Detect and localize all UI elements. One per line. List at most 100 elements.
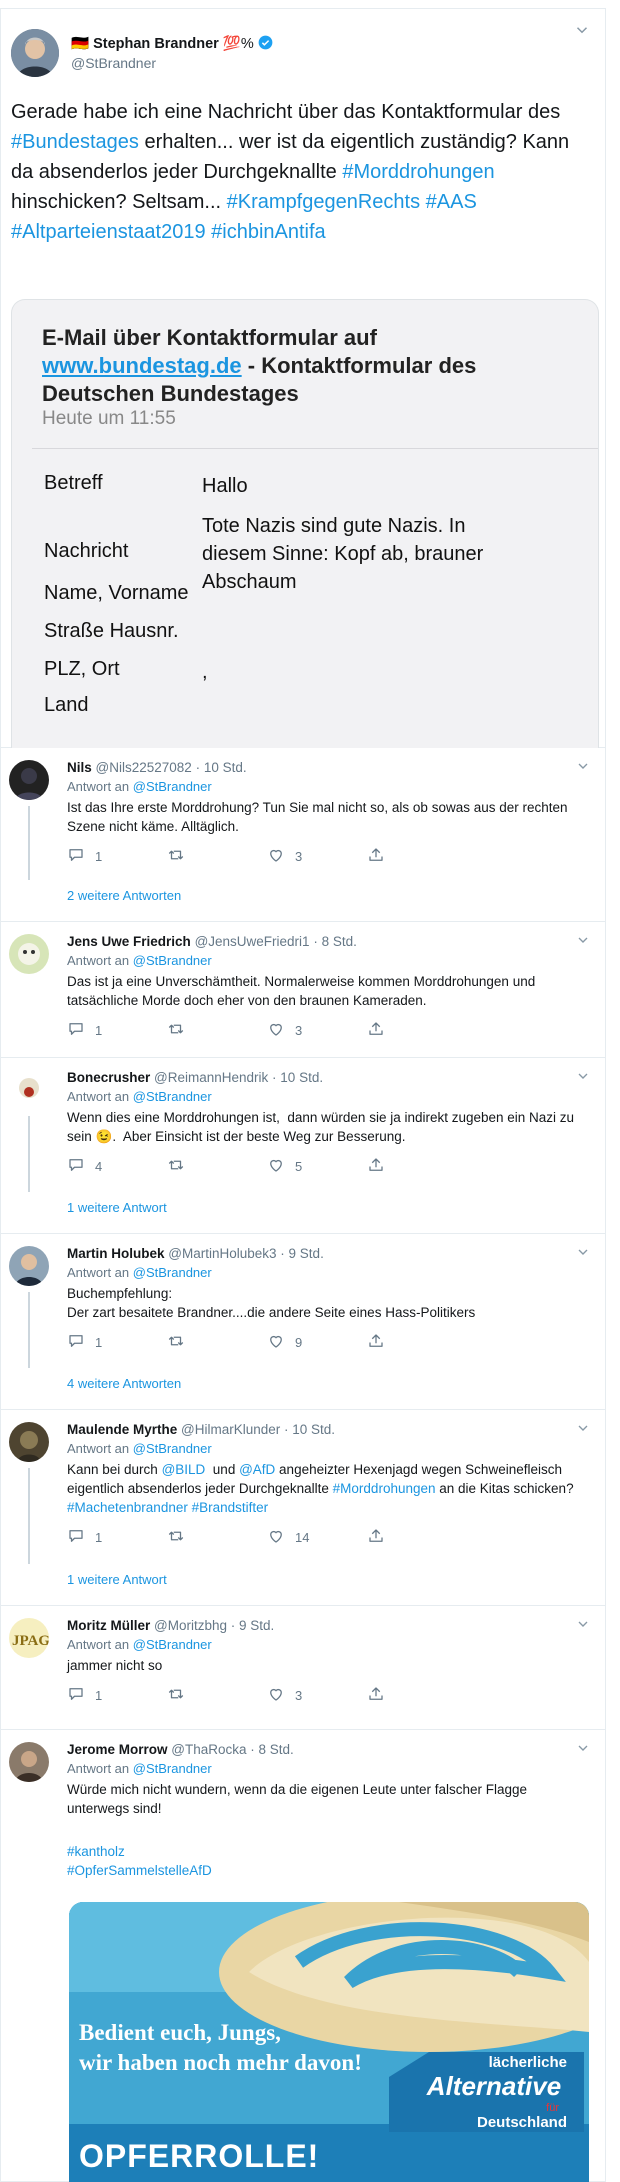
retweet-icon <box>167 1020 195 1041</box>
hashtag-link[interactable]: #Machetenbrandner <box>67 1500 188 1515</box>
replying-to-handle[interactable]: @StBrandner <box>133 779 212 794</box>
hashtag-link[interactable]: #Bundestages <box>11 131 139 153</box>
reply-icon <box>67 1156 95 1177</box>
tweet-actions: 45 <box>67 1156 467 1177</box>
reply-button[interactable]: 1 <box>67 846 167 867</box>
reply-timestamp[interactable]: 10 Std. <box>280 1070 323 1085</box>
reply-timestamp[interactable]: 9 Std. <box>289 1246 324 1261</box>
reply-icon <box>67 1332 95 1353</box>
share-button[interactable] <box>367 846 467 867</box>
retweet-button[interactable] <box>167 1332 267 1353</box>
reply-author-name[interactable]: Jens Uwe Friedrich <box>67 934 191 949</box>
replying-to-handle[interactable]: @StBrandner <box>133 953 212 968</box>
email-link[interactable]: www.bundestag.de <box>42 353 242 378</box>
reply-author-name[interactable]: Martin Holubek <box>67 1246 165 1261</box>
hashtag-link[interactable]: #KrampfgegenRechts <box>227 191 420 213</box>
reply-author-handle[interactable]: @Moritzbhg <box>154 1618 227 1633</box>
like-button[interactable]: 3 <box>267 1020 367 1041</box>
reply-author-handle[interactable]: @Nils22527082 <box>96 760 192 775</box>
like-button[interactable]: 14 <box>267 1527 367 1548</box>
hashtag-link[interactable]: #Morddrohungen <box>333 1481 436 1496</box>
retweet-button[interactable] <box>167 1527 267 1548</box>
show-more-replies-link[interactable]: 1 weitere Antwort <box>67 1200 167 1215</box>
share-button[interactable] <box>367 1685 467 1706</box>
share-button[interactable] <box>367 1332 467 1353</box>
like-button[interactable]: 9 <box>267 1332 367 1353</box>
reply-author-name[interactable]: Bonecrusher <box>67 1070 150 1085</box>
replying-to-handle[interactable]: @StBrandner <box>133 1265 212 1280</box>
replying-to-handle[interactable]: @StBrandner <box>133 1441 212 1456</box>
share-button[interactable] <box>367 1156 467 1177</box>
hundred-icon: 💯 <box>222 36 241 52</box>
retweet-button[interactable] <box>167 1020 267 1041</box>
reply-timestamp[interactable]: 10 Std. <box>292 1422 335 1437</box>
attached-image[interactable]: Bedient euch, Jungs, wir haben noch mehr … <box>69 1902 589 2182</box>
like-button[interactable]: 3 <box>267 846 367 867</box>
hashtag-link[interactable]: #OpferSammelstelleAfD <box>67 1861 587 1880</box>
reply-author-handle[interactable]: @ReimannHendrik <box>154 1070 268 1085</box>
share-button[interactable] <box>367 1527 467 1548</box>
avatar[interactable] <box>9 1742 49 1782</box>
chevron-down-icon[interactable] <box>575 758 591 774</box>
reply-button[interactable]: 4 <box>67 1156 167 1177</box>
author-handle[interactable]: @StBrandner <box>71 55 156 71</box>
chevron-down-icon[interactable] <box>575 1740 591 1756</box>
hashtag-link[interactable]: #AAS <box>426 191 477 213</box>
hashtag-link[interactable]: #Altparteienstaat2019 <box>11 221 206 243</box>
hashtag-link[interactable]: @BILD <box>162 1462 206 1477</box>
reply-timestamp[interactable]: 10 Std. <box>204 760 247 775</box>
retweet-button[interactable] <box>167 846 267 867</box>
reply-author-name[interactable]: Jerome Morrow <box>67 1742 168 1757</box>
replying-to-handle[interactable]: @StBrandner <box>133 1637 212 1652</box>
show-more-replies-link[interactable]: 4 weitere Antworten <box>67 1376 181 1391</box>
chevron-down-icon[interactable] <box>575 932 591 948</box>
hashtag-link[interactable]: #kantholz <box>67 1842 587 1861</box>
author-name[interactable]: Stephan Brandner <box>93 36 219 52</box>
hashtag-link[interactable]: @AfD <box>239 1462 275 1477</box>
reply-author-handle[interactable]: @HilmarKlunder <box>181 1422 280 1437</box>
reply-timestamp[interactable]: 9 Std. <box>239 1618 274 1633</box>
chevron-down-icon[interactable] <box>573 21 591 39</box>
reply-author-handle[interactable]: @ThaRocka <box>171 1742 246 1757</box>
avatar[interactable] <box>9 1070 49 1110</box>
hashtag-link[interactable]: #ichbinAntifa <box>211 221 326 243</box>
reply-button[interactable]: 1 <box>67 1332 167 1353</box>
chevron-down-icon[interactable] <box>575 1244 591 1260</box>
avatar[interactable] <box>11 29 59 77</box>
reply-button[interactable]: 1 <box>67 1685 167 1706</box>
share-button[interactable] <box>367 1020 467 1041</box>
avatar[interactable] <box>9 760 49 800</box>
show-more-replies-link[interactable]: 1 weitere Antwort <box>67 1572 167 1587</box>
avatar[interactable] <box>9 1422 49 1462</box>
retweet-button[interactable] <box>167 1156 267 1177</box>
avatar[interactable]: JPAG <box>9 1618 49 1658</box>
email-field-value: Hallo <box>202 475 248 497</box>
reply-author-handle[interactable]: @MartinHolubek3 <box>168 1246 276 1261</box>
avatar[interactable] <box>9 934 49 974</box>
chevron-down-icon[interactable] <box>575 1616 591 1632</box>
chevron-down-icon[interactable] <box>575 1068 591 1084</box>
like-button[interactable]: 3 <box>267 1685 367 1706</box>
embedded-screenshot[interactable]: E-Mail über Kontaktformular auf www.bund… <box>11 299 599 750</box>
tweet-actions: 1 14 <box>67 1527 467 1548</box>
reply-button[interactable]: 1 <box>67 1527 167 1548</box>
email-time: Heute um 11:55 <box>42 408 176 429</box>
reply-timestamp[interactable]: 8 Std. <box>259 1742 294 1757</box>
chevron-down-icon[interactable] <box>575 1420 591 1436</box>
like-button[interactable]: 5 <box>267 1156 367 1177</box>
avatar[interactable] <box>9 1246 49 1286</box>
reply-timestamp[interactable]: 8 Std. <box>322 934 357 949</box>
retweet-button[interactable] <box>167 1685 267 1706</box>
show-more-replies-link[interactable]: 2 weitere Antworten <box>67 888 181 903</box>
reply-author-name[interactable]: Moritz Müller <box>67 1618 150 1633</box>
hashtag-link[interactable]: #Morddrohungen <box>342 161 494 183</box>
replying-to-handle[interactable]: @StBrandner <box>133 1761 212 1776</box>
reply-text: Kann bei durch @BILD und @AfD angeheizte… <box>67 1460 587 1517</box>
replying-to-handle[interactable]: @StBrandner <box>133 1089 212 1104</box>
reply-author-handle[interactable]: @JensUweFriedri1 <box>195 934 310 949</box>
hashtag-link[interactable]: #Brandstifter <box>192 1500 269 1515</box>
reply-author-name[interactable]: Maulende Myrthe <box>67 1422 177 1437</box>
reply-author-name[interactable]: Nils <box>67 760 92 775</box>
reply-button[interactable]: 1 <box>67 1020 167 1041</box>
flag-icon: 🇩🇪 <box>71 36 90 52</box>
